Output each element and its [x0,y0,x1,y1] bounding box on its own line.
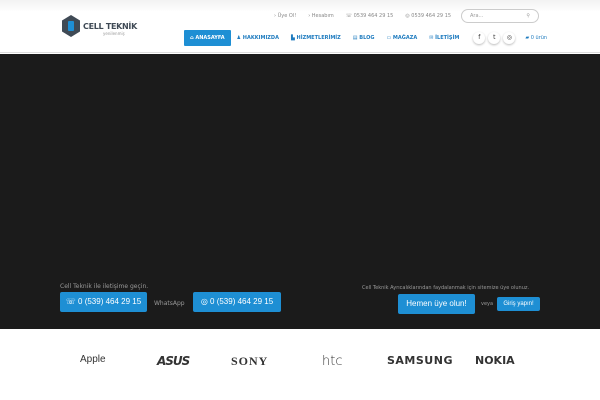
brand-htc[interactable]: htc [322,354,342,369]
main-nav: ⌂ ANASAYFA ♟ HAKKIMIZDA ▙ HİZMETLERİMİZ … [184,30,547,46]
whatsapp-link[interactable]: ◎ 0539 464 29 15 [405,13,451,19]
nav-home[interactable]: ⌂ ANASAYFA [184,30,231,46]
phone-link[interactable]: ☏ 0539 464 29 15 [346,13,394,19]
contact-label: Cell Teknik ile iletişime geçin. [60,283,149,290]
signup-button[interactable]: Hemen üye olun! [398,294,475,314]
logo[interactable]: CELL TEKNİK yenilenmiş [62,15,137,37]
whatsapp-label: WhatsApp [154,300,185,307]
hero: Cell Teknik ile iletişime geçin. ☏ 0 (53… [0,54,600,329]
cart-link[interactable]: ▰ 0 ürün [525,35,547,41]
phone-button[interactable]: ☏ 0 (539) 464 29 15 [60,292,147,312]
facebook-icon[interactable]: f [473,32,486,44]
nav-shop[interactable]: ▭ MAĞAZA [380,30,423,46]
brand-samsung[interactable]: SAMSUNG [387,354,453,367]
nav-contact[interactable]: ✉ İLETİŞİM [423,30,465,46]
brand-nokia[interactable]: NOKIA [475,354,515,367]
whatsapp-button[interactable]: ◎ 0 (539) 464 29 15 [193,292,281,312]
top-links: › Üye Ol! › Hesabım ☏ 0539 464 29 15 ◎ 0… [274,13,451,19]
nav-blog[interactable]: ▤ BLOG [347,30,381,46]
signup-link[interactable]: › Üye Ol! [274,13,296,19]
nav-about[interactable]: ♟ HAKKIMIZDA [231,30,285,46]
search-icon[interactable]: ⚲ [526,13,530,19]
account-link[interactable]: › Hesabım [308,13,334,19]
brand-sony[interactable]: SONY [231,354,268,369]
search-placeholder: Ara... [470,13,484,19]
brand-apple-text: Apple [80,354,106,365]
logo-text: CELL TEKNİK [83,22,138,31]
search-input[interactable]: Ara... ⚲ [461,9,539,23]
brand-asus[interactable]: ASUS [157,354,190,368]
nav-services[interactable]: ▙ HİZMETLERİMİZ [285,30,347,46]
or-label: veya [481,301,494,307]
brand-logos: Apple ASUS SONY htc SAMSUNG NOKIA [0,329,600,400]
twitter-icon[interactable]: t [488,32,501,44]
shield-icon [62,15,80,37]
logo-subtitle: yenilenmiş [103,31,125,36]
instagram-icon[interactable]: ◎ [503,32,516,44]
login-button[interactable]: Giriş yapın! [497,297,540,311]
cart-count: 0 ürün [530,35,548,41]
member-label: Cell Teknik Ayrıcalıklarından faydalanma… [362,285,530,291]
brand-apple[interactable]: Apple [80,354,106,365]
header: CELL TEKNİK yenilenmiş › Üye Ol! › Hesabı… [0,0,600,53]
